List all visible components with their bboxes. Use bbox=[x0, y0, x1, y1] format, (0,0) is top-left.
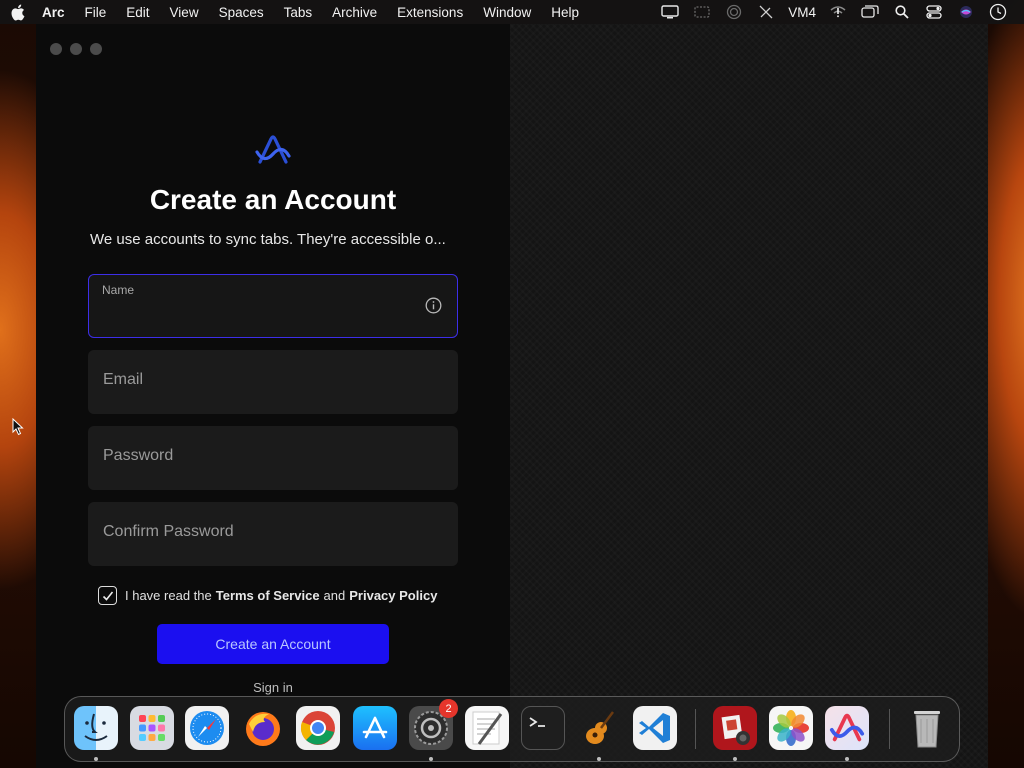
photo-booth-icon[interactable] bbox=[713, 706, 757, 750]
name-field[interactable]: Name bbox=[88, 274, 458, 338]
create-account-button[interactable]: Create an Account bbox=[157, 624, 389, 664]
menu-status-text[interactable]: VM4 bbox=[782, 5, 822, 20]
trash-icon[interactable] bbox=[905, 706, 949, 750]
info-icon[interactable] bbox=[425, 297, 442, 314]
chrome-icon[interactable] bbox=[296, 706, 340, 750]
arc-logo-icon bbox=[254, 134, 292, 166]
photos-icon[interactable] bbox=[769, 706, 813, 750]
terminal-icon[interactable] bbox=[521, 706, 565, 750]
siri-icon[interactable] bbox=[950, 2, 982, 22]
app-store-icon[interactable] bbox=[353, 706, 397, 750]
zoom-window-button[interactable] bbox=[90, 43, 102, 55]
arc-icon[interactable] bbox=[825, 706, 869, 750]
menu-view[interactable]: View bbox=[170, 5, 199, 20]
airdrop-icon[interactable] bbox=[718, 2, 750, 22]
launchpad-icon[interactable] bbox=[130, 706, 174, 750]
display-icon[interactable] bbox=[654, 2, 686, 22]
spotlight-search-icon[interactable] bbox=[886, 2, 918, 22]
password-field[interactable]: Password bbox=[88, 426, 458, 490]
menu-spaces[interactable]: Spaces bbox=[219, 5, 264, 20]
firefox-icon[interactable] bbox=[241, 706, 285, 750]
screen-mirroring-icon[interactable] bbox=[686, 2, 718, 22]
dock: 2 bbox=[64, 696, 960, 762]
window-controls bbox=[50, 43, 102, 55]
terms-agreement: I have read the Terms of Service and Pri… bbox=[98, 586, 437, 605]
menu-bar: Arc File Edit View Spaces Tabs Archive E… bbox=[0, 0, 1024, 24]
vscode-icon[interactable] bbox=[633, 706, 677, 750]
settings-badge: 2 bbox=[439, 699, 458, 718]
mouse-cursor-icon bbox=[12, 417, 24, 436]
confirm-password-field[interactable]: Confirm Password bbox=[88, 502, 458, 566]
preview-pane bbox=[510, 24, 988, 768]
sign-in-link[interactable]: Sign in bbox=[36, 680, 510, 695]
menu-archive[interactable]: Archive bbox=[332, 5, 377, 20]
menu-tabs[interactable]: Tabs bbox=[284, 5, 313, 20]
garageband-icon[interactable] bbox=[577, 706, 621, 750]
clock-icon[interactable] bbox=[982, 2, 1014, 22]
agree-and-text: and bbox=[323, 588, 346, 603]
email-field[interactable]: Email bbox=[88, 350, 458, 414]
menu-app-arc[interactable]: Arc bbox=[42, 5, 65, 20]
page-title: Create an Account bbox=[149, 184, 397, 215]
menu-file[interactable]: File bbox=[85, 5, 107, 20]
arc-window: Create an Account We use accounts to syn… bbox=[36, 24, 988, 768]
confirm-password-field-placeholder: Confirm Password bbox=[103, 523, 234, 540]
menu-help[interactable]: Help bbox=[551, 5, 579, 20]
password-field-placeholder: Password bbox=[103, 447, 174, 464]
menu-window[interactable]: Window bbox=[483, 5, 531, 20]
email-field-placeholder: Email bbox=[103, 371, 144, 388]
minimize-window-button[interactable] bbox=[70, 43, 82, 55]
finder-icon[interactable] bbox=[74, 706, 118, 750]
menu-edit[interactable]: Edit bbox=[126, 5, 149, 20]
page-subtitle: We use accounts to sync tabs. They're ac… bbox=[90, 231, 446, 248]
wifi-alert-icon[interactable] bbox=[822, 2, 854, 22]
pencil-off-icon[interactable] bbox=[750, 2, 782, 22]
control-center-icon[interactable] bbox=[918, 2, 950, 22]
menu-extensions[interactable]: Extensions bbox=[397, 5, 463, 20]
window-switcher-icon[interactable] bbox=[854, 2, 886, 22]
terms-checkbox[interactable] bbox=[98, 586, 117, 605]
name-field-label: Name bbox=[102, 283, 135, 297]
terms-of-service-link[interactable]: Terms of Service bbox=[216, 588, 320, 603]
apple-menu-icon[interactable] bbox=[10, 3, 28, 21]
privacy-policy-link[interactable]: Privacy Policy bbox=[349, 588, 437, 603]
safari-icon[interactable] bbox=[185, 706, 229, 750]
close-window-button[interactable] bbox=[50, 43, 62, 55]
agree-prefix-text: I have read the bbox=[125, 588, 212, 603]
textedit-icon[interactable] bbox=[465, 706, 509, 750]
